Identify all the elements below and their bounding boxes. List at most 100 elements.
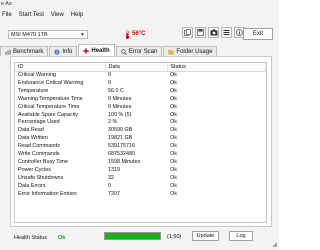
resize-grip-icon[interactable]: ◢ <box>272 241 277 248</box>
table-row[interactable]: Temperature 56.0 C Ok <box>15 88 266 96</box>
table-row[interactable]: Critical Temperature Time 0 Minutes Ok <box>15 104 266 112</box>
table-row[interactable]: Percentage Used 2 % Ok <box>15 119 266 127</box>
health-plus-icon <box>83 47 90 54</box>
tab-error-scan[interactable]: Error Scan <box>115 46 163 56</box>
row-id: Critical Warning <box>18 72 56 78</box>
window-title: e As <box>1 1 12 7</box>
row-status: Ok <box>170 143 177 150</box>
column-header-status[interactable]: Status <box>167 63 266 72</box>
tab-benchmark-label: Benchmark <box>13 48 44 55</box>
copy-icon <box>184 29 191 36</box>
row-id: Warning Temperature Time <box>18 95 83 102</box>
camera-icon <box>210 29 217 36</box>
copy-button[interactable] <box>182 27 193 38</box>
row-status: Ok <box>170 127 177 134</box>
progress-text: (1:50) <box>167 234 182 240</box>
health-status-label: Health Status <box>14 235 48 241</box>
update-button[interactable]: Update <box>192 231 219 241</box>
drive-select[interactable]: MSI M470 1TB ▼ <box>8 30 88 39</box>
table-row[interactable]: Controller Busy Time 1598 Minutes Ok <box>15 159 266 167</box>
row-status: Ok <box>170 79 177 86</box>
health-table: ID Data Status Critical Warning 0 Ok Endura… <box>15 63 266 199</box>
toolbar-buttons <box>182 27 245 38</box>
row-id: Available Spare Capacity <box>18 111 79 118</box>
table-row[interactable]: Warning Temperature Time 0 Minutes Ok <box>15 96 266 104</box>
magnifier-icon <box>120 48 127 55</box>
row-data: 0 Minutes <box>108 103 132 110</box>
temperature-indicator: 56°C <box>125 28 145 40</box>
save-icon <box>197 29 204 36</box>
options-icon <box>223 30 230 35</box>
row-data: 56.0 C <box>108 87 124 94</box>
table-row[interactable]: Available Spare Capacity 100 % (5) Ok <box>15 112 266 120</box>
row-id: Error Information Entries <box>18 190 77 197</box>
menu-start-test[interactable]: Start Test <box>19 12 44 18</box>
row-data: 2 % <box>108 119 118 126</box>
options-button[interactable] <box>221 27 232 38</box>
progress-bar <box>104 232 161 240</box>
tab-benchmark[interactable]: Benchmark <box>0 46 49 56</box>
row-data: 100 % (5) <box>108 111 132 118</box>
table-row[interactable]: Error Information Entries 7207 Ok <box>15 191 266 199</box>
menu-file[interactable]: File <box>2 12 12 18</box>
row-status: Ok <box>170 111 177 118</box>
table-row[interactable]: Read Commands 539175716 Ok <box>15 143 266 151</box>
temperature-value: 56°C <box>132 31 146 37</box>
tab-error-scan-label: Error Scan <box>128 48 158 55</box>
row-id: Write Commands <box>18 151 60 158</box>
row-id: Data Written <box>18 135 48 142</box>
tab-bar: Benchmark Info Health Error Scan Folder … <box>0 44 279 56</box>
table-row[interactable]: Power Cycles 1319 Ok <box>15 167 266 175</box>
row-data: 0 <box>108 182 111 189</box>
row-id: Percentage Used <box>18 119 60 126</box>
table-header-row: ID Data Status <box>15 63 266 72</box>
table-row[interactable]: Data Errors 0 Ok <box>15 183 266 191</box>
row-status: Ok <box>170 190 177 197</box>
row-status: Ok <box>170 182 177 189</box>
tab-health[interactable]: Health <box>78 44 115 56</box>
chevron-down-icon: ▼ <box>80 32 85 38</box>
row-data: 19821 GB <box>108 135 133 142</box>
tab-folder-usage[interactable]: Folder Usage <box>163 46 218 56</box>
tab-info[interactable]: Info <box>49 46 78 56</box>
row-data: 7207 <box>108 190 120 197</box>
row-id: Data Errors <box>18 182 46 189</box>
row-data: 0 <box>108 72 111 78</box>
menu-help[interactable]: Help <box>71 12 83 18</box>
row-status: Ok <box>170 135 177 142</box>
row-id: Data Read <box>18 127 44 134</box>
row-id: Unsafe Shutdowns <box>18 174 64 181</box>
table-row[interactable]: Critical Warning 0 Ok <box>15 72 266 80</box>
row-status: Ok <box>170 166 177 173</box>
tab-folder-usage-label: Folder Usage <box>176 48 213 55</box>
row-id: Read Commands <box>18 143 60 150</box>
row-data: 0 Minutes <box>108 95 132 102</box>
table-row[interactable]: Data Written 19821 GB Ok <box>15 135 266 143</box>
table-row[interactable]: Data Read 30590 GB Ok <box>15 127 266 135</box>
health-table-container: ID Data Status Critical Warning 0 Ok Endura… <box>14 62 267 223</box>
screenshot-button[interactable] <box>208 27 219 38</box>
table-row[interactable]: Write Commands 687532480 Ok <box>15 151 266 159</box>
benchmark-icon <box>5 49 11 54</box>
table-row[interactable]: Unsafe Shutdowns 32 Ok <box>15 175 266 183</box>
menu-view[interactable]: View <box>51 12 64 18</box>
column-header-id[interactable]: ID <box>15 63 106 72</box>
row-id: Controller Busy Time <box>18 158 69 165</box>
row-data: 1319 <box>108 166 120 173</box>
exit-button[interactable]: Exit <box>243 28 273 40</box>
tab-health-label: Health <box>91 47 110 54</box>
health-status-value: Ok <box>58 235 66 241</box>
row-id: Power Cycles <box>18 166 51 173</box>
log-button[interactable]: Log <box>229 231 253 241</box>
menu-bar: File Start Test View Help <box>0 10 281 20</box>
row-data: 687532480 <box>108 151 135 158</box>
save-button[interactable] <box>195 27 206 38</box>
thermometer-icon <box>125 29 130 39</box>
column-header-data[interactable]: Data <box>105 63 168 72</box>
row-status: Ok <box>170 95 177 102</box>
row-status: Ok <box>170 151 177 158</box>
row-status: Ok <box>170 87 177 94</box>
row-status: Ok <box>170 119 177 126</box>
table-row[interactable]: Endurance Critical Warning 0 Ok <box>15 80 266 88</box>
row-data: 0 <box>108 79 111 86</box>
